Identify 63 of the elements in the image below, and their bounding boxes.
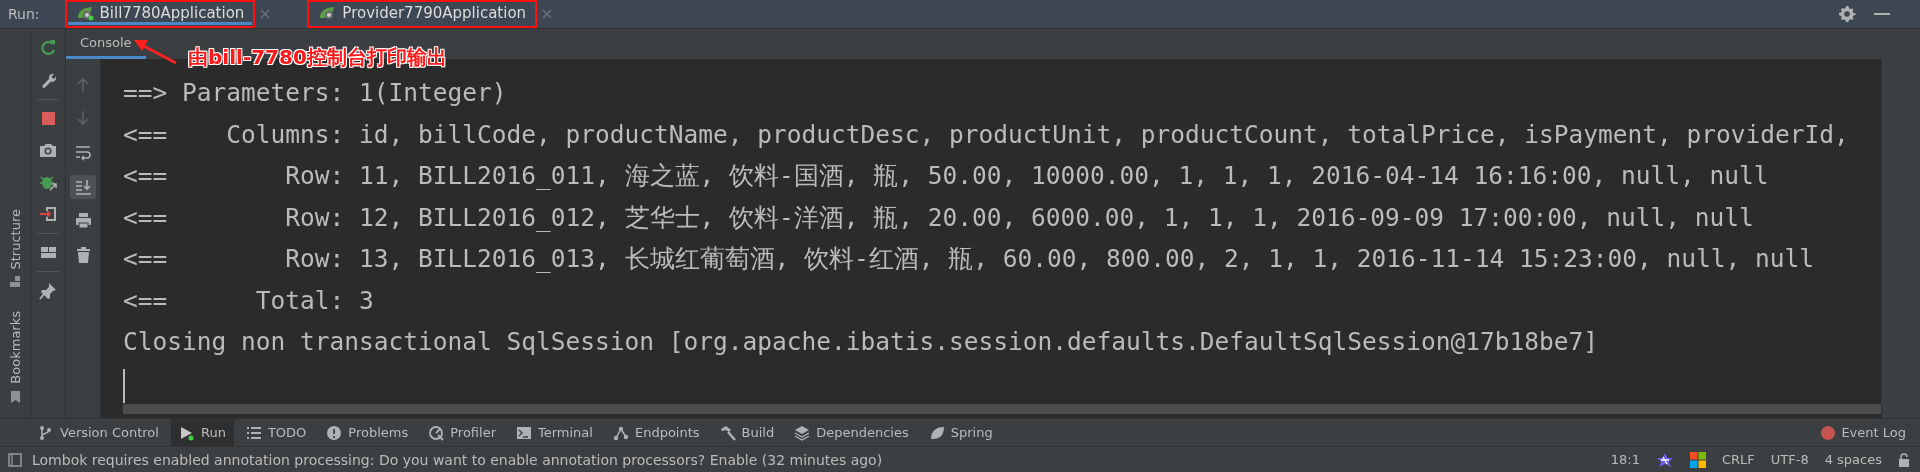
configuration-tab[interactable]: Provider7790Application bbox=[310, 3, 535, 25]
warning-icon bbox=[326, 424, 343, 441]
panel-toggle-icon[interactable] bbox=[8, 452, 22, 467]
list-icon bbox=[245, 424, 262, 441]
terminal-icon bbox=[516, 424, 532, 441]
bug-icon[interactable] bbox=[39, 173, 57, 191]
console-line: <== Row: 13, BILL2016_013, 长城红葡萄酒, 饮料-红酒, 瓶, 60.00, 800.00, 2, 1, 1, 2016-11-14 15:23:00, null, null bbox=[123, 243, 1816, 275]
tool-window-tab[interactable]: Dependencies bbox=[786, 419, 917, 446]
wrap-icon[interactable] bbox=[74, 144, 92, 162]
tool-window-tab[interactable]: Endpoints bbox=[604, 419, 708, 446]
tool-window-tab[interactable]: Version Control bbox=[30, 419, 167, 446]
stop-icon[interactable] bbox=[39, 110, 57, 127]
star-icon[interactable] bbox=[1655, 451, 1674, 468]
console-line: Closing non transactional SqlSession [org.apache.ibatis.session.defaults.DefaultSqlSession@17b18be7] bbox=[123, 326, 1600, 358]
play-icon bbox=[178, 424, 195, 441]
cursor-position[interactable]: 18:1 bbox=[1610, 452, 1640, 467]
scroll-to-end-icon[interactable] bbox=[74, 178, 92, 196]
exit-icon[interactable] bbox=[39, 205, 57, 223]
camera-icon[interactable] bbox=[39, 141, 57, 159]
text-cursor bbox=[123, 368, 125, 403]
tool-window-tab[interactable]: Problems bbox=[318, 419, 417, 446]
event-log-button[interactable]: Event Log bbox=[1821, 419, 1906, 446]
layout-icon[interactable] bbox=[39, 244, 57, 261]
configuration-tab[interactable]: Bill7780Application bbox=[67, 3, 253, 25]
network-icon bbox=[612, 424, 629, 441]
trash-icon[interactable] bbox=[74, 246, 92, 264]
console-line: <== Row: 12, BILL2016_012, 芝华士, 饮料-洋酒, 瓶, 20.00, 6000.00, 1, 1, 1, 2016-09-09 17:00:00, null, null bbox=[123, 201, 1755, 234]
gauge-icon bbox=[428, 424, 445, 441]
minimize-icon[interactable] bbox=[1874, 12, 1890, 16]
lock-icon[interactable] bbox=[1898, 452, 1910, 467]
branch-icon bbox=[38, 424, 54, 441]
notification-badge-icon bbox=[1821, 425, 1836, 440]
tool-window-tab[interactable]: Spring bbox=[920, 419, 1001, 446]
annotation-text: 由bill-7780控制台打印输出 bbox=[188, 44, 447, 71]
bookmark-icon bbox=[9, 390, 21, 405]
leaf-icon bbox=[928, 424, 945, 441]
console-line: <== Row: 11, BILL2016_011, 海之蓝, 饮料-国酒, 瓶, 50.00, 10000.00, 1, 1, 1, 2016-04-14 16:16:00, null, null bbox=[123, 160, 1770, 192]
layers-icon bbox=[794, 424, 811, 441]
indent-selector[interactable]: 4 spaces bbox=[1824, 452, 1882, 467]
pin-icon[interactable] bbox=[39, 282, 57, 300]
printer-icon[interactable] bbox=[74, 212, 92, 230]
horizontal-scrollbar[interactable] bbox=[123, 404, 1881, 414]
side-panel-tab[interactable]: Bookmarks bbox=[7, 311, 23, 385]
console-line: <== Total: 3 bbox=[123, 284, 375, 317]
tool-window-tab[interactable]: Profiler bbox=[420, 419, 504, 446]
structure-icon bbox=[9, 275, 21, 290]
encoding-selector[interactable]: UTF-8 bbox=[1770, 452, 1809, 467]
spring-boot-icon bbox=[75, 4, 96, 21]
side-panel-tab[interactable]: Structure bbox=[7, 209, 23, 270]
line-ending-selector[interactable]: CRLF bbox=[1721, 452, 1755, 467]
settings-icon[interactable] bbox=[1838, 5, 1856, 23]
run-label: Run: bbox=[7, 6, 41, 22]
rerun-icon[interactable] bbox=[39, 39, 57, 57]
tool-window-tab[interactable]: TODO bbox=[237, 419, 315, 446]
status-message[interactable]: Lombok requires enabled annotation processing: Do you want to enable annotation processors? Enable (32 minutes ago) bbox=[32, 451, 883, 468]
wrench-icon[interactable] bbox=[39, 71, 57, 89]
tool-window-tab[interactable]: Terminal bbox=[508, 419, 601, 446]
tool-window-tab[interactable]: Build bbox=[711, 419, 783, 446]
tool-window-tab[interactable]: Run bbox=[170, 419, 234, 446]
console-line: ==> Parameters: 1(Integer) bbox=[123, 77, 508, 109]
hammer-icon bbox=[719, 424, 736, 441]
console-line: <== Columns: id, billCode, productName, productDesc, productUnit, productCount, totalPrice, isPayment, providerId, bbox=[123, 118, 1850, 151]
windows-logo-icon[interactable] bbox=[1689, 451, 1706, 468]
